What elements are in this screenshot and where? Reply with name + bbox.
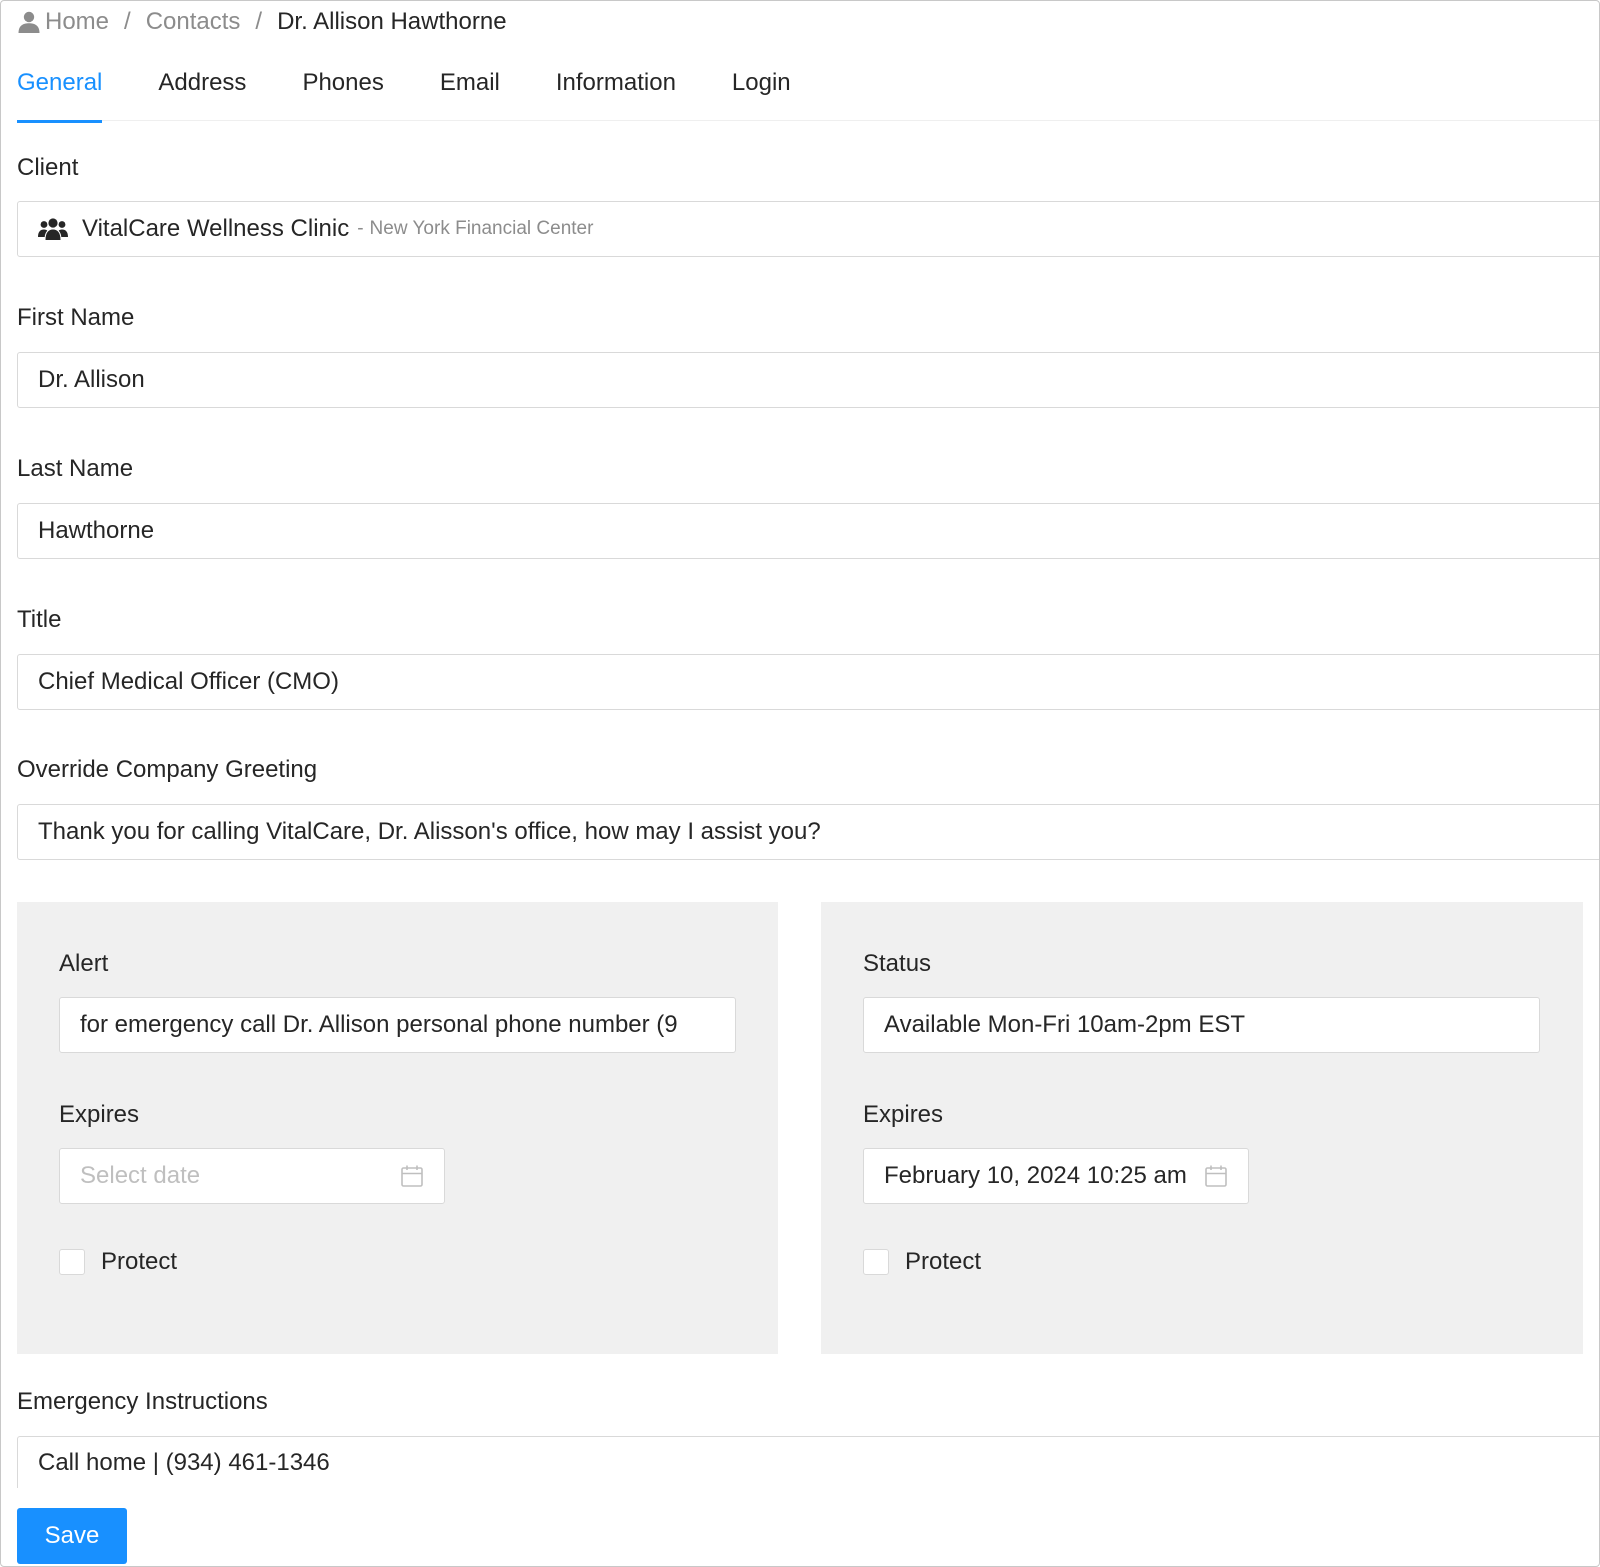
client-separator: - [357, 218, 364, 239]
greeting-input[interactable]: Thank you for calling VitalCare, Dr. Ali… [17, 804, 1599, 860]
emergency-label: Emergency Instructions [17, 1388, 268, 1415]
alert-label: Alert [59, 950, 109, 977]
breadcrumb-separator: / [255, 8, 263, 35]
last-name-label: Last Name [17, 455, 134, 482]
contact-edit-page: Home / Contacts / Dr. Allison Hawthorne … [0, 0, 1600, 1567]
calendar-icon [1204, 1164, 1228, 1188]
title-label: Title [17, 606, 62, 633]
tab-information[interactable]: Information [556, 53, 676, 121]
status-panel: Status Available Mon-Fri 10am-2pm EST Ex… [821, 902, 1583, 1354]
breadcrumb-contacts[interactable]: Contacts [146, 8, 241, 36]
breadcrumb-current: Dr. Allison Hawthorne [277, 8, 507, 35]
alert-expires-label: Expires [59, 1101, 140, 1128]
first-name-label: First Name [17, 304, 135, 331]
breadcrumb-home[interactable]: Home [45, 8, 109, 36]
alert-protect-row: Protect [59, 1248, 177, 1276]
tab-bar: General Address Phones Email Information… [17, 53, 1599, 123]
tab-general[interactable]: General [17, 53, 103, 123]
tab-email[interactable]: Email [440, 53, 500, 121]
status-expires-value: February 10, 2024 10:25 am [884, 1162, 1187, 1189]
client-name: VitalCare Wellness Clinic [82, 215, 350, 242]
alert-expires-datepicker[interactable]: Select date [59, 1148, 445, 1204]
status-expires-label: Expires [863, 1101, 944, 1128]
title-input[interactable]: Chief Medical Officer (CMO) [17, 654, 1599, 710]
user-icon [17, 10, 41, 34]
status-input[interactable]: Available Mon-Fri 10am-2pm EST [863, 997, 1540, 1053]
emergency-input[interactable]: Call home | (934) 461-1346 [17, 1436, 1599, 1488]
users-group-icon [38, 217, 68, 241]
status-expires-datepicker[interactable]: February 10, 2024 10:25 am [863, 1148, 1249, 1204]
status-label: Status [863, 950, 932, 977]
breadcrumb: Home / Contacts / Dr. Allison Hawthorne [17, 5, 507, 39]
alert-input[interactable]: for emergency call Dr. Allison personal … [59, 997, 736, 1053]
status-protect-label: Protect [905, 1248, 982, 1275]
tab-login[interactable]: Login [732, 53, 791, 121]
alert-protect-checkbox[interactable] [59, 1249, 85, 1275]
client-select[interactable]: VitalCare Wellness Clinic - New York Fin… [17, 201, 1599, 257]
greeting-label: Override Company Greeting [17, 756, 318, 783]
tab-phones[interactable]: Phones [302, 53, 383, 121]
status-protect-row: Protect [863, 1248, 981, 1276]
last-name-input[interactable]: Hawthorne [17, 503, 1599, 559]
status-protect-checkbox[interactable] [863, 1249, 889, 1275]
breadcrumb-separator: / [124, 8, 131, 35]
client-location: New York Financial Center [369, 218, 594, 239]
first-name-input[interactable]: Dr. Allison [17, 352, 1599, 408]
alert-panel: Alert for emergency call Dr. Allison per… [17, 902, 778, 1354]
save-button[interactable]: Save [17, 1508, 127, 1564]
tab-address[interactable]: Address [158, 53, 246, 121]
alert-expires-placeholder: Select date [80, 1162, 201, 1189]
alert-protect-label: Protect [101, 1248, 178, 1275]
calendar-icon [400, 1164, 424, 1188]
client-label: Client [17, 154, 79, 181]
